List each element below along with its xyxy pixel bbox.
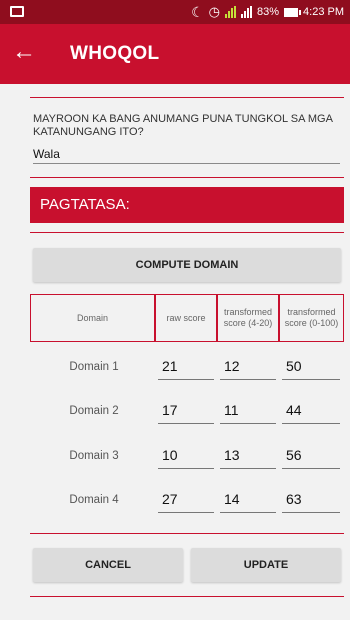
divider bbox=[30, 232, 344, 233]
page-title: WHOQOL bbox=[70, 43, 160, 64]
transformed-4-20-field[interactable] bbox=[220, 396, 276, 424]
raw-score-field[interactable] bbox=[158, 396, 214, 424]
transformed-0-100-field[interactable] bbox=[282, 441, 340, 469]
transformed-4-20-field[interactable] bbox=[220, 485, 276, 513]
row-domain-label: Domain 4 bbox=[69, 494, 119, 506]
header-transformed-4-20: transformed score (4-20) bbox=[217, 294, 279, 342]
compute-domain-button[interactable]: COMPUTE DOMAIN bbox=[33, 248, 341, 282]
divider bbox=[30, 177, 344, 178]
raw-score-field[interactable] bbox=[158, 352, 214, 380]
header-transformed-0-100: transformed score (0-100) bbox=[279, 294, 344, 342]
battery-percent: 83% bbox=[257, 6, 280, 18]
transformed-0-100-field[interactable] bbox=[282, 485, 340, 513]
clock: 4:23 PM bbox=[303, 6, 344, 18]
cancel-button[interactable]: CANCEL bbox=[33, 548, 183, 582]
status-icons: ☾ ◷ 83% 4:23 PM bbox=[191, 0, 344, 24]
update-button[interactable]: UPDATE bbox=[191, 548, 341, 582]
section-header: PAGTATASA: bbox=[30, 187, 344, 223]
raw-score-field[interactable] bbox=[158, 485, 214, 513]
transformed-0-100-field[interactable] bbox=[282, 396, 340, 424]
battery-icon bbox=[284, 7, 302, 17]
transformed-4-20-field[interactable] bbox=[220, 352, 276, 380]
moon-icon: ☾ bbox=[191, 4, 204, 20]
header-raw-score: raw score bbox=[155, 294, 217, 342]
transformed-4-20-field[interactable] bbox=[220, 441, 276, 469]
transformed-0-100-field[interactable] bbox=[282, 352, 340, 380]
row-domain-label: Domain 1 bbox=[69, 361, 119, 373]
signal-icon-2 bbox=[241, 6, 252, 18]
signal-icon bbox=[225, 6, 236, 18]
divider bbox=[30, 97, 344, 98]
app-bar: ← WHOQOL bbox=[0, 24, 350, 84]
answer-field[interactable] bbox=[33, 144, 340, 164]
divider bbox=[30, 533, 344, 534]
divider bbox=[30, 596, 344, 597]
row-domain-label: Domain 3 bbox=[69, 450, 119, 462]
status-bar: ☾ ◷ 83% 4:23 PM bbox=[0, 0, 350, 24]
arrow-back-icon[interactable]: ← bbox=[12, 40, 36, 64]
alarm-icon: ◷ bbox=[208, 4, 220, 19]
question-label: MAYROON KA BANG ANUMANG PUNA TUNGKOL SA … bbox=[33, 113, 333, 138]
image-icon bbox=[10, 6, 24, 17]
raw-score-field[interactable] bbox=[158, 441, 214, 469]
header-domain: Domain bbox=[30, 294, 155, 342]
row-domain-label: Domain 2 bbox=[69, 405, 119, 417]
